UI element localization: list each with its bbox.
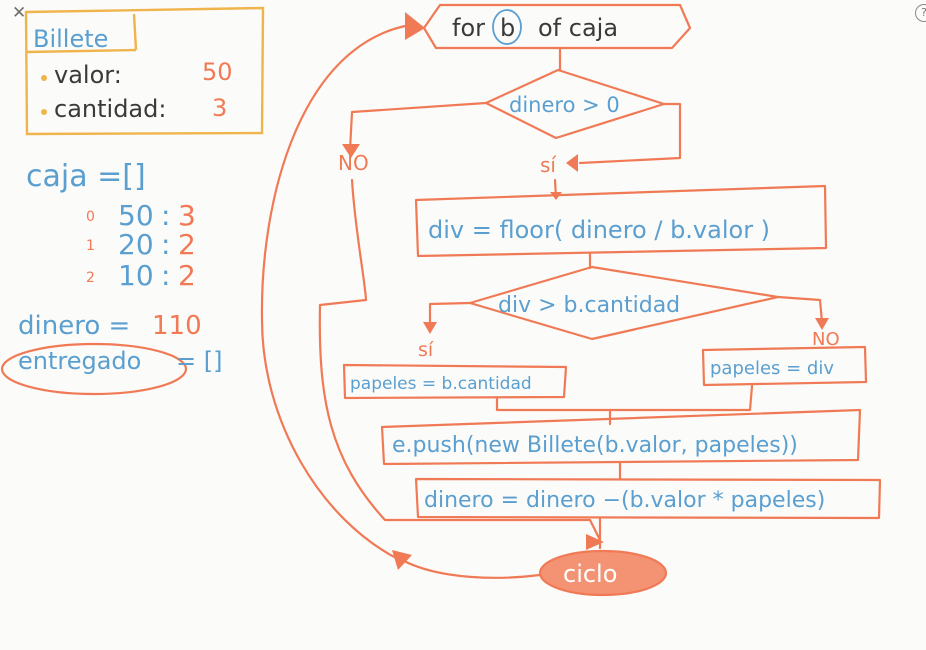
bullet-icon <box>41 109 47 115</box>
flowchart: for b of caja dinero > 0 NO sí div = flo… <box>260 3 882 597</box>
caja-item-valor: 20 <box>118 228 154 261</box>
condition-div-label: div > b.cantidad <box>498 293 680 318</box>
arrow-head-icon <box>586 534 604 550</box>
caja-index: 1 <box>86 238 95 254</box>
class-title: Billete <box>33 25 108 53</box>
svg-text::: : <box>161 259 170 292</box>
loop-header-var: b <box>500 14 515 42</box>
condition-div-yes: sí <box>418 339 434 361</box>
entregado-value: = [] <box>176 347 222 375</box>
condition-dinero-no: NO <box>338 151 369 175</box>
whiteboard-canvas: Billete valor: 50 cantidad: 3 caja =[] 0… <box>0 3 882 597</box>
caja-index: 0 <box>86 209 95 225</box>
step-div-text: div = floor( dinero / b.valor ) <box>428 216 770 244</box>
step-push-text: e.push(new Billete(b.valor, papeles)) <box>392 433 798 458</box>
caja-index: 2 <box>86 270 95 286</box>
ciclo-label: ciclo <box>563 560 617 588</box>
billete-class-card: Billete valor: 50 cantidad: 3 <box>24 6 265 136</box>
caja-label: caja =[] <box>26 159 146 194</box>
arrow-head-icon <box>405 12 425 40</box>
entregado-label: entregado <box>18 347 141 375</box>
step-update-text: dinero = dinero −(b.valor * papeles) <box>424 488 825 513</box>
caja-array: caja =[] 0 50 : 3 1 20 : 2 2 10 : 2 <box>26 159 196 292</box>
field-value-valor: 50 <box>202 58 233 86</box>
dinero-value: 110 <box>152 311 202 341</box>
field-name-cantidad: cantidad: <box>54 95 166 123</box>
loop-header-suffix: of caja <box>538 14 618 42</box>
field-name-valor: valor: <box>54 61 122 89</box>
dinero-label: dinero = <box>18 311 130 341</box>
svg-text::: : <box>161 228 170 261</box>
loop-header-for: for <box>452 14 485 42</box>
bullet-icon <box>41 75 47 81</box>
condition-dinero-label: dinero > 0 <box>509 93 620 117</box>
arrow-head-icon <box>566 154 578 172</box>
arrow-head-icon <box>423 322 437 334</box>
caja-item-cantidad: 2 <box>178 228 196 261</box>
assign-cantidad-text: papeles = b.cantidad <box>350 374 532 394</box>
field-value-cantidad: 3 <box>212 94 227 122</box>
caja-item-valor: 10 <box>118 259 154 292</box>
caja-item-cantidad: 2 <box>178 259 196 292</box>
variables-block: dinero = 110 entregado = [] <box>0 311 222 396</box>
condition-dinero-yes: sí <box>540 153 557 177</box>
loop-back-arrow <box>260 23 412 562</box>
assign-div-text: papeles = div <box>710 358 834 379</box>
